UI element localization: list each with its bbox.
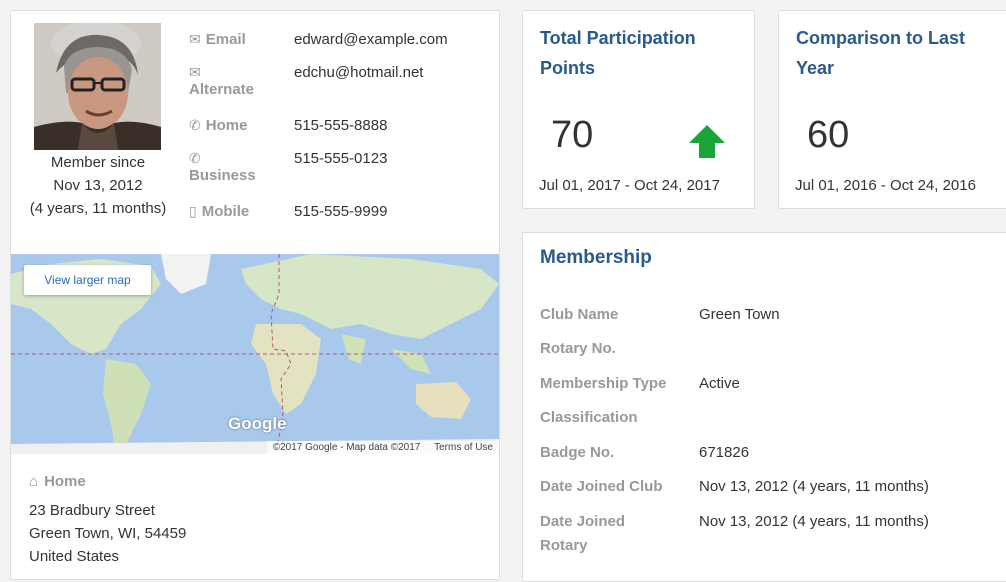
map-credit: ©2017 Google - Map data ©2017 Terms of U… [266, 441, 499, 454]
comparison-value: 60 [807, 114, 850, 156]
contact-home-label: ✆ Home [189, 117, 248, 134]
badge-no-label: Badge No. [540, 444, 615, 461]
date-joined-rotary-value: Nov 13, 2012 (4 years, 11 months) [699, 513, 929, 530]
location-map[interactable]: View larger map Google ©2017 Google - Ma… [11, 254, 499, 454]
member-since-date: Nov 13, 2012 [53, 177, 143, 194]
comparison-title: Comparison to Last Year [796, 28, 966, 78]
total-participation-card: Total Participation Points 70 Jul 01, 20… [522, 10, 755, 209]
trend-up-arrow-icon [689, 125, 725, 158]
member-since-label: Member since [50, 154, 146, 171]
contact-business-label: ✆ Business [189, 150, 256, 184]
classification-label: Classification [540, 409, 638, 426]
contact-mobile-label: ▯ Mobile [189, 203, 250, 220]
address-line-3: United States [29, 548, 120, 565]
member-photo-image [34, 23, 161, 150]
date-joined-rotary-label: Date Joined Rotary [540, 513, 626, 554]
total-participation-range: Jul 01, 2017 - Oct 24, 2017 [539, 177, 720, 194]
phone-icon: ✆ [189, 150, 201, 166]
badge-no-value: 671826 [699, 444, 750, 461]
rotary-no-label: Rotary No. [540, 340, 616, 357]
club-name-value: Green Town [699, 306, 780, 323]
contact-mobile-value[interactable]: 515-555-9999 [294, 203, 387, 220]
member-duration: (4 years, 11 months) [29, 200, 167, 217]
membership-card: Membership Club Name Green Town Rotary N… [522, 232, 1006, 582]
date-joined-club-label: Date Joined Club [540, 478, 663, 495]
member-photo [34, 23, 161, 150]
home-icon: ⌂ [29, 473, 39, 490]
envelope-icon: ✉ [189, 64, 201, 80]
total-participation-value: 70 [551, 114, 594, 156]
envelope-icon: ✉ [189, 31, 201, 47]
address-line-1: 23 Bradbury Street [29, 502, 155, 519]
membership-title: Membership [540, 247, 652, 268]
map-terms-link[interactable]: Terms of Use [434, 442, 493, 453]
google-logo: Google [228, 414, 287, 433]
total-participation-title: Total Participation Points [540, 28, 696, 78]
comparison-range: Jul 01, 2016 - Oct 24, 2016 [795, 177, 976, 194]
membership-type-label: Membership Type [540, 375, 667, 392]
comparison-card: Comparison to Last Year 60 Jul 01, 2016 … [778, 10, 1006, 209]
phone-icon: ✆ [189, 117, 201, 133]
address-line-2: Green Town, WI, 54459 [29, 525, 187, 542]
contact-business-value[interactable]: 515-555-0123 [294, 150, 387, 167]
contact-alternate-label: ✉ Alternate [189, 64, 255, 98]
mobile-icon: ▯ [189, 203, 197, 219]
contact-alternate-value[interactable]: edchu@hotmail.net [294, 64, 423, 81]
contact-home-value[interactable]: 515-555-8888 [294, 117, 387, 134]
address-label: ⌂ Home [29, 473, 86, 490]
view-larger-map-button[interactable]: View larger map [24, 265, 151, 295]
member-since-block: Member since Nov 13, 2012 (4 years, 11 m… [24, 151, 172, 220]
map-credit-text: ©2017 Google - Map data ©2017 [272, 442, 421, 453]
club-name-label: Club Name [540, 306, 619, 323]
contact-email-value[interactable]: edward@example.com [294, 31, 448, 48]
contact-email-label: ✉ Email [189, 31, 246, 48]
date-joined-club-value: Nov 13, 2012 (4 years, 11 months) [699, 478, 929, 495]
membership-type-value: Active [699, 375, 740, 392]
profile-card: Member since Nov 13, 2012 (4 years, 11 m… [10, 10, 500, 580]
